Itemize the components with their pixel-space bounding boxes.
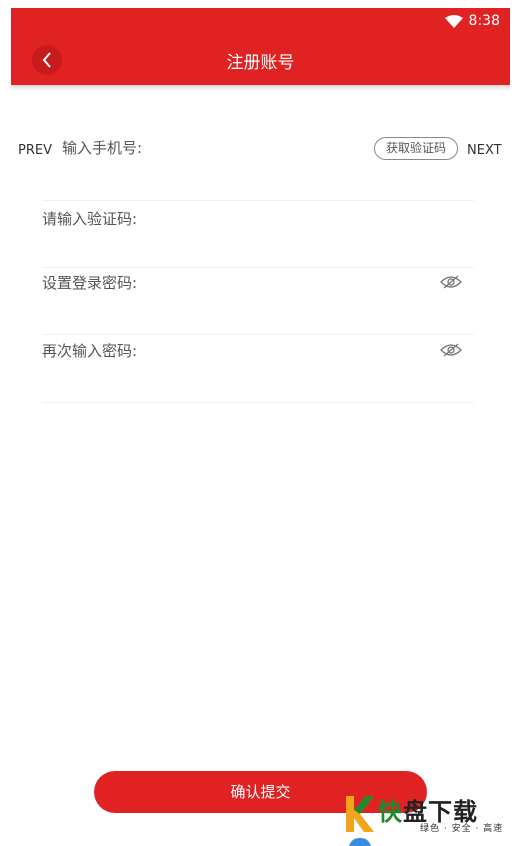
eye-off-icon[interactable] [440,275,462,289]
divider [42,334,474,335]
prev-button[interactable]: PREV [18,143,52,158]
status-time: 8:38 [468,13,500,29]
header-bar: 8:38 注册账号 [11,8,510,85]
phone-field-label: 输入手机号: [62,139,143,157]
divider [42,200,474,201]
wifi-icon [445,15,463,28]
header-shadow [11,85,510,91]
divider [42,402,474,403]
get-code-button[interactable]: 获取验证码 [374,137,458,160]
logo-k-icon [346,796,374,832]
watermark-logo: 快盘下载 绿色 · 安全 · 高速 [344,790,510,842]
eye-off-icon[interactable] [440,343,462,357]
divider [42,267,474,268]
next-button[interactable]: NEXT [467,143,502,158]
password-field-label: 设置登录密码: [42,274,138,292]
watermark-subtitle: 绿色 · 安全 · 高速 [420,824,504,834]
app-screen: 8:38 注册账号 [11,8,510,846]
page-title: 注册账号 [226,53,295,73]
confirm-password-field-label: 再次输入密码: [42,342,138,360]
code-field-label: 请输入验证码: [42,210,138,228]
